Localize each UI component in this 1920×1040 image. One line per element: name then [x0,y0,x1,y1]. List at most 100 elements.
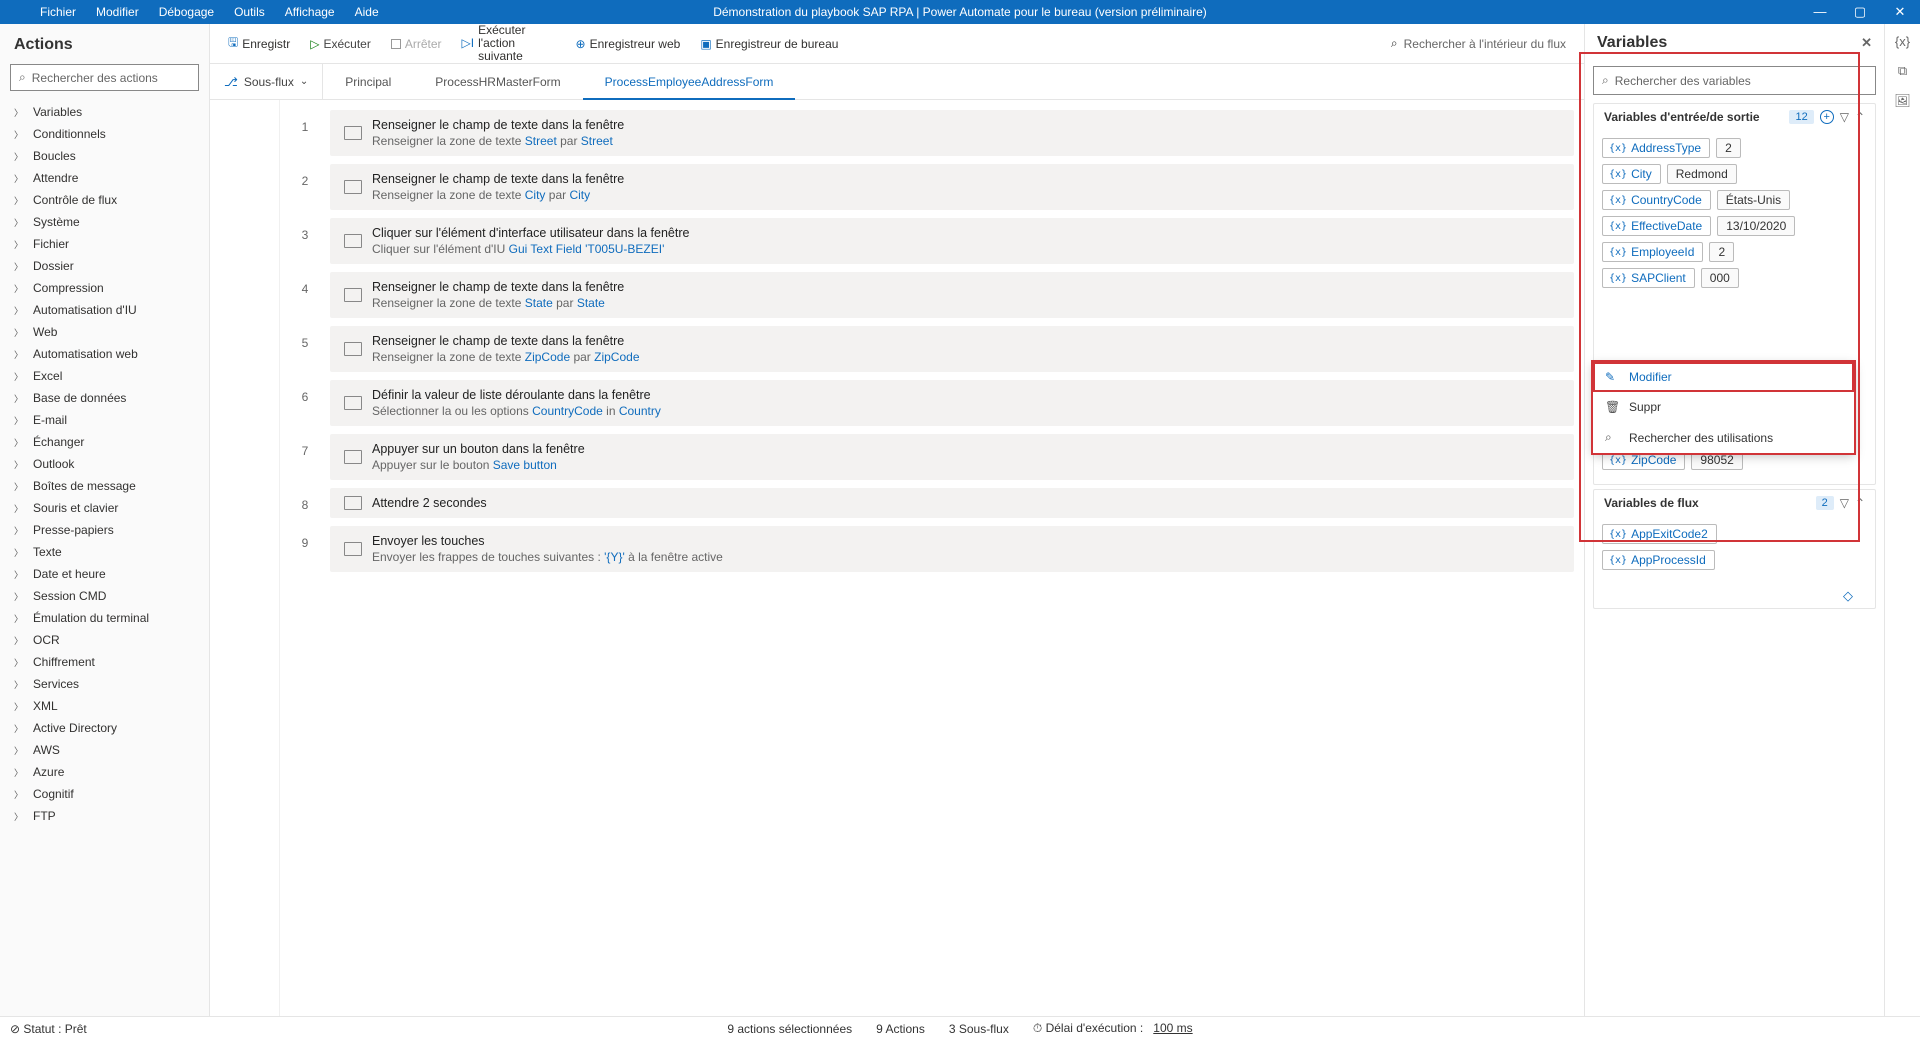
run-button[interactable]: ▷Exécuter [302,33,379,55]
action-category[interactable]: 〉Cognitif [0,783,209,805]
step-card[interactable]: Renseigner le champ de texte dans la fen… [330,164,1574,210]
step-row[interactable]: 5Renseigner le champ de texte dans la fe… [280,322,1574,376]
maximize-button[interactable]: ▢ [1840,0,1880,24]
step-row[interactable]: 7Appuyer sur un bouton dans la fenêtreAp… [280,430,1574,484]
action-category[interactable]: 〉Outlook [0,453,209,475]
run-next-button[interactable]: ▷IExécuter l'action suivante [454,20,564,68]
step-row[interactable]: 6Définir la valeur de liste déroulante d… [280,376,1574,430]
context-usages[interactable]: ⌕Rechercher des utilisations [1593,422,1854,453]
variable-row[interactable]: {x}AppExitCode2 [1602,524,1867,544]
variable-row[interactable]: {x}AppProcessId [1602,550,1867,570]
flow-search[interactable]: ⌕ Rechercher à l'intérieur du flux [1383,32,1574,55]
menu-help[interactable]: Aide [345,1,389,23]
step-row[interactable]: 1Renseigner le champ de texte dans la fe… [280,106,1574,160]
variable-row[interactable]: {x}CityRedmond [1602,164,1867,184]
save-button[interactable]: 🖫Enregistr [220,29,298,58]
menu-view[interactable]: Affichage [275,1,345,23]
action-category[interactable]: 〉E-mail [0,409,209,431]
close-icon[interactable]: ✕ [1861,35,1872,51]
ui-elements-rail-icon[interactable]: ⧉ [1898,63,1907,79]
action-category[interactable]: 〉Services [0,673,209,695]
step-card[interactable]: Renseigner le champ de texte dans la fen… [330,110,1574,156]
variable-chip[interactable]: {x}SAPClient [1602,268,1695,288]
action-category[interactable]: 〉Web [0,321,209,343]
step-card[interactable]: Renseigner le champ de texte dans la fen… [330,326,1574,372]
erase-icon[interactable]: ◇ [1843,588,1853,603]
action-category[interactable]: 〉Variables [0,101,209,123]
close-button[interactable]: ✕ [1880,0,1920,24]
action-category[interactable]: 〉Souris et clavier [0,497,209,519]
subflow-dropdown[interactable]: ⎇ Sous-flux ⌄ [210,64,323,99]
variable-chip[interactable]: {x}AppExitCode2 [1602,524,1717,544]
action-category[interactable]: 〉Compression [0,277,209,299]
step-row[interactable]: 3Cliquer sur l'élément d'interface utili… [280,214,1574,268]
variable-chip[interactable]: {x}EffectiveDate [1602,216,1711,236]
step-card[interactable]: Attendre 2 secondes [330,488,1574,518]
action-category[interactable]: 〉Échanger [0,431,209,453]
variable-row[interactable]: {x}CountryCodeÉtats-Unis [1602,190,1867,210]
images-rail-icon[interactable]: 🖼 [1894,93,1911,109]
variables-search[interactable]: ⌕ Rechercher des variables [1593,66,1876,95]
step-card[interactable]: Renseigner le champ de texte dans la fen… [330,272,1574,318]
step-card[interactable]: Définir la valeur de liste déroulante da… [330,380,1574,426]
step-card[interactable]: Cliquer sur l'élément d'interface utilis… [330,218,1574,264]
variable-chip[interactable]: {x}City [1602,164,1661,184]
action-category[interactable]: 〉Automatisation d'IU [0,299,209,321]
action-category[interactable]: 〉Presse-papiers [0,519,209,541]
action-category[interactable]: 〉OCR [0,629,209,651]
action-category[interactable]: 〉Texte [0,541,209,563]
action-category[interactable]: 〉Fichier [0,233,209,255]
action-category[interactable]: 〉Contrôle de flux [0,189,209,211]
action-category[interactable]: 〉Date et heure [0,563,209,585]
action-category[interactable]: 〉Base de données [0,387,209,409]
step-row[interactable]: 9Envoyer les touchesEnvoyer les frappes … [280,522,1574,576]
context-delete[interactable]: 🗑Suppr [1593,392,1854,422]
action-category[interactable]: 〉Boucles [0,145,209,167]
step-card[interactable]: Envoyer les touchesEnvoyer les frappes d… [330,526,1574,572]
menu-tools[interactable]: Outils [224,1,275,23]
variable-row[interactable]: {x}EmployeeId2 [1602,242,1867,262]
add-variable-button[interactable]: + [1820,110,1834,124]
step-card[interactable]: Appuyer sur un bouton dans la fenêtreApp… [330,434,1574,480]
stop-button[interactable]: Arrêter [383,33,450,55]
action-category[interactable]: 〉Session CMD [0,585,209,607]
step-row[interactable]: 4Renseigner le champ de texte dans la fe… [280,268,1574,322]
menu-file[interactable]: Fichier [30,1,86,23]
minimize-button[interactable]: — [1800,0,1840,24]
menu-edit[interactable]: Modifier [86,1,149,23]
action-category[interactable]: 〉AWS [0,739,209,761]
variable-chip[interactable]: {x}AppProcessId [1602,550,1715,570]
variable-chip[interactable]: {x}AddressType [1602,138,1710,158]
variable-chip[interactable]: {x}CountryCode [1602,190,1711,210]
action-category[interactable]: 〉Émulation du terminal [0,607,209,629]
tab-processhrmasterform[interactable]: ProcessHRMasterForm [413,64,582,99]
action-category[interactable]: 〉Attendre [0,167,209,189]
action-category[interactable]: 〉Azure [0,761,209,783]
variable-chip[interactable]: {x}EmployeeId [1602,242,1703,262]
action-category[interactable]: 〉Dossier [0,255,209,277]
collapse-icon[interactable]: ⌃ [1855,496,1865,510]
action-category[interactable]: 〉Chiffrement [0,651,209,673]
context-modify[interactable]: ✎Modifier [1593,362,1854,392]
action-category[interactable]: 〉Active Directory [0,717,209,739]
variable-row[interactable]: {x}EffectiveDate13/10/2020 [1602,216,1867,236]
desktop-recorder-button[interactable]: ▣Enregistreur de bureau [692,33,846,55]
step-row[interactable]: 8Attendre 2 secondes [280,484,1574,522]
menu-debug[interactable]: Débogage [149,1,224,23]
variable-chip[interactable]: {x}ZipCode [1602,450,1685,470]
filter-icon[interactable]: ▽ [1840,110,1849,124]
action-category[interactable]: 〉Excel [0,365,209,387]
tab-principal[interactable]: Principal [323,64,413,99]
action-category[interactable]: 〉Conditionnels [0,123,209,145]
action-category[interactable]: 〉Boîtes de message [0,475,209,497]
filter-icon[interactable]: ▽ [1840,496,1849,510]
variable-row[interactable]: {x}ZipCode98052 [1602,450,1867,470]
collapse-icon[interactable]: ⌃ [1855,110,1865,124]
action-category[interactable]: 〉Automatisation web [0,343,209,365]
action-category[interactable]: 〉FTP [0,805,209,827]
actions-search[interactable]: ⌕ Rechercher des actions [10,64,199,91]
step-row[interactable]: 2Renseigner le champ de texte dans la fe… [280,160,1574,214]
variable-row[interactable]: {x}SAPClient000 [1602,268,1867,288]
action-category[interactable]: 〉XML [0,695,209,717]
variable-row[interactable]: {x}AddressType2 [1602,138,1867,158]
